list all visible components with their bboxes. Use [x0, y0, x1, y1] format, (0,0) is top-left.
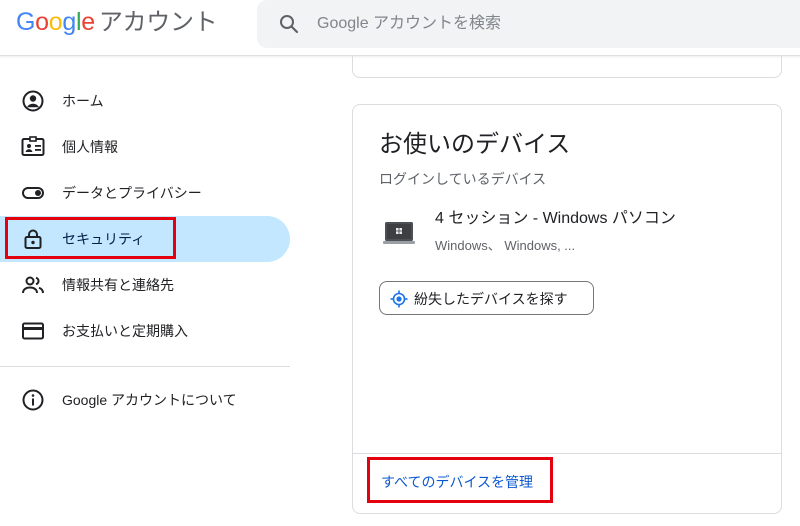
sidebar-item-about[interactable]: Google アカウントについて	[0, 377, 290, 423]
sidebar-item-payments[interactable]: お支払いと定期購入	[0, 308, 290, 354]
sidebar-item-security[interactable]: セキュリティ	[0, 216, 290, 262]
sidebar-divider	[0, 366, 290, 367]
search-bar[interactable]	[257, 0, 800, 48]
google-account-logo[interactable]: Google アカウント	[16, 6, 218, 39]
device-list-item[interactable]: 4 セッション - Windows パソコン Windows、 Windows,…	[379, 205, 779, 261]
card-divider	[353, 453, 781, 454]
find-lost-device-button[interactable]: 紛失したデバイスを探す	[379, 281, 594, 315]
sidebar-item-home[interactable]: ホーム	[0, 78, 290, 124]
lock-icon	[24, 229, 42, 249]
top-app-bar: Google アカウント	[0, 0, 800, 56]
device-os-list: Windows、 Windows, ...	[435, 238, 576, 253]
product-name: アカウント	[98, 9, 218, 36]
sidebar-nav: ホーム 個人情報 データとプライバシー セキュリティ 情報共有と連絡先 お支払い…	[0, 78, 290, 423]
location-target-icon	[390, 290, 408, 308]
credit-card-icon	[22, 322, 44, 340]
sidebar-item-label: 個人情報	[62, 139, 118, 155]
sidebar-item-label: 情報共有と連絡先	[62, 277, 174, 293]
device-name: 4 セッション - Windows パソコン	[435, 210, 676, 227]
id-card-icon	[21, 136, 45, 156]
find-lost-device-label: 紛失したデバイスを探す	[414, 291, 568, 307]
sidebar-item-label: セキュリティ	[62, 231, 146, 247]
card-title: お使いのデバイス	[379, 131, 571, 158]
logo-letter-e: e	[81, 8, 95, 36]
account-circle-icon	[22, 90, 44, 112]
windows-laptop-icon	[383, 222, 415, 244]
logo-letter-g2: g	[62, 8, 76, 36]
toggle-icon	[22, 187, 44, 199]
logo-letter-o1: o	[35, 8, 49, 36]
your-devices-card: お使いのデバイス ログインしているデバイス 4 セッション - Windows …	[352, 104, 782, 514]
sidebar-item-label: ホーム	[62, 93, 104, 109]
card-subtitle: ログインしているデバイス	[379, 171, 547, 187]
logo-letter-g: G	[16, 8, 36, 36]
previous-card-bottom	[352, 56, 782, 78]
sidebar-item-data-privacy[interactable]: データとプライバシー	[0, 170, 290, 216]
sidebar-item-label: Google アカウントについて	[62, 392, 237, 408]
logo-letter-o2: o	[48, 8, 63, 36]
sidebar-item-label: お支払いと定期購入	[62, 323, 188, 339]
sidebar-item-label: データとプライバシー	[62, 185, 202, 201]
people-icon	[22, 276, 44, 294]
sidebar-item-personal-info[interactable]: 個人情報	[0, 124, 290, 170]
search-input[interactable]	[317, 8, 797, 40]
sidebar-item-sharing[interactable]: 情報共有と連絡先	[0, 262, 290, 308]
info-icon	[22, 389, 44, 411]
manage-all-devices-link[interactable]: すべてのデバイスを管理	[381, 472, 533, 492]
search-icon[interactable]	[277, 12, 301, 36]
